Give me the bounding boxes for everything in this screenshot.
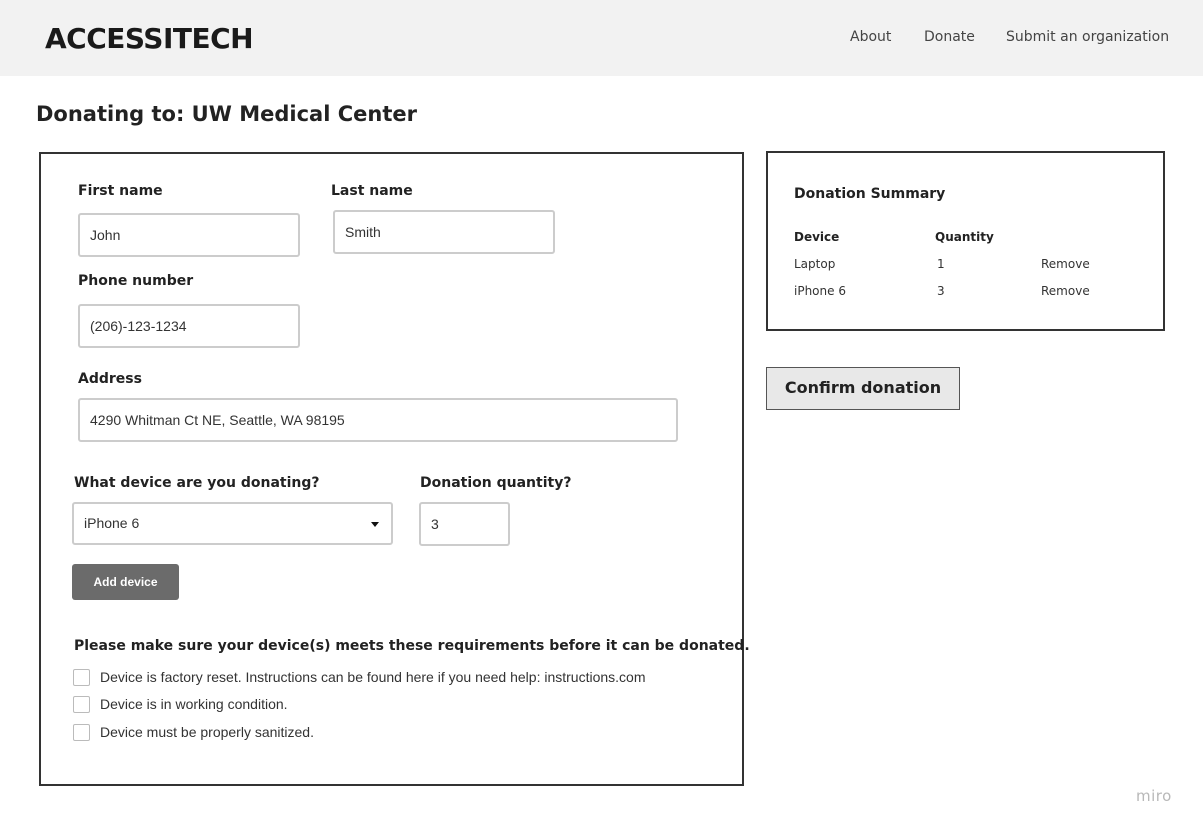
quantity-label: Donation quantity?: [420, 475, 572, 491]
page-title: Donating to: UW Medical Center: [36, 102, 417, 126]
requirement-text: Device must be properly sanitized.: [100, 724, 314, 740]
remove-iphone-link[interactable]: Remove: [1041, 284, 1090, 298]
device-select-label: What device are you donating?: [74, 475, 320, 491]
working-condition-checkbox[interactable]: [73, 696, 90, 713]
miro-watermark: miro: [1136, 787, 1172, 805]
summary-header-quantity: Quantity: [935, 230, 994, 244]
phone-number-label: Phone number: [78, 273, 194, 289]
nav-link-about[interactable]: About: [850, 29, 891, 45]
requirement-text: Device is in working condition.: [100, 696, 288, 712]
last-name-label: Last name: [331, 183, 413, 199]
address-label: Address: [78, 371, 142, 387]
summary-header-device: Device: [794, 230, 840, 244]
address-input[interactable]: [78, 398, 678, 442]
last-name-input[interactable]: [333, 210, 555, 254]
remove-laptop-link[interactable]: Remove: [1041, 257, 1090, 271]
confirm-donation-button[interactable]: Confirm donation: [766, 367, 960, 410]
nav-link-submit-organization[interactable]: Submit an organization: [1006, 29, 1169, 45]
first-name-label: First name: [78, 183, 163, 199]
summary-row-quantity: 3: [937, 284, 945, 298]
summary-row-device: Laptop: [794, 257, 836, 271]
sanitized-checkbox[interactable]: [73, 724, 90, 741]
donation-summary-title: Donation Summary: [794, 186, 946, 202]
phone-number-input[interactable]: [78, 304, 300, 348]
factory-reset-checkbox[interactable]: [73, 669, 90, 686]
summary-row-device: iPhone 6: [794, 284, 846, 298]
device-select-value: iPhone 6: [84, 515, 140, 531]
first-name-input[interactable]: [78, 213, 300, 257]
add-device-button[interactable]: Add device: [72, 564, 179, 600]
quantity-input[interactable]: [419, 502, 510, 546]
device-select[interactable]: iPhone 6: [72, 502, 393, 545]
chevron-down-icon: [371, 522, 379, 527]
nav-link-donate[interactable]: Donate: [924, 29, 975, 45]
site-logo[interactable]: ACCESSITECH: [45, 22, 254, 55]
requirement-text: Device is factory reset. Instructions ca…: [100, 669, 646, 685]
requirements-heading: Please make sure your device(s) meets th…: [74, 638, 750, 654]
summary-row-quantity: 1: [937, 257, 945, 271]
